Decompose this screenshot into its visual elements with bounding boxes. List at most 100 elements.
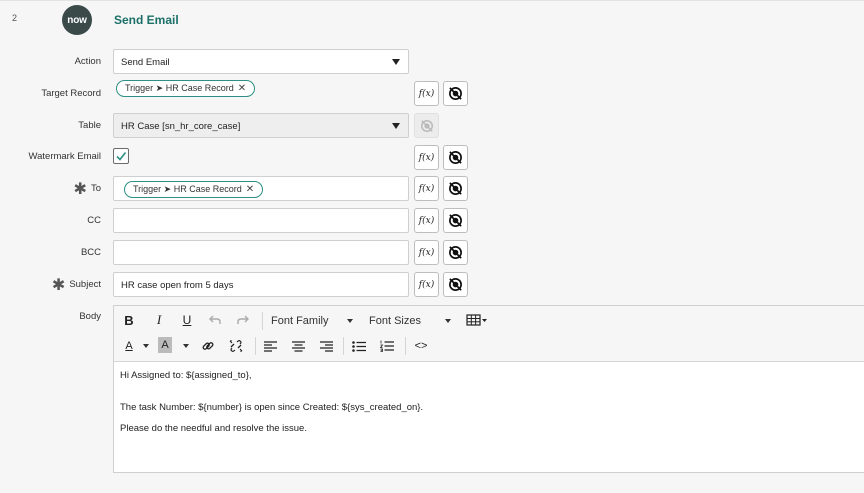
toolbar-divider <box>405 337 406 355</box>
data-pill-icon <box>449 246 462 259</box>
font-sizes-dropdown[interactable]: Font Sizes <box>369 311 421 331</box>
editor-toolbar: B I U Font Family Font Sizes A A <> <box>114 306 864 362</box>
table-label: Table <box>78 120 101 131</box>
subject-fx-button[interactable]: f(x) <box>414 272 439 297</box>
function-icon: f(x) <box>418 183 435 194</box>
close-icon[interactable]: ✕ <box>246 184 254 195</box>
target-record-label: Target Record <box>41 88 101 99</box>
toolbar-divider <box>255 337 256 355</box>
background-color-icon: A <box>161 339 169 351</box>
data-pill-icon <box>449 214 462 227</box>
to-pill[interactable]: Trigger ➤ HR Case Record ✕ <box>124 181 264 198</box>
check-icon <box>116 152 127 161</box>
chevron-down-icon <box>183 344 189 348</box>
align-right-button[interactable] <box>318 336 334 356</box>
cc-pill-picker-button[interactable] <box>443 208 468 233</box>
body-line: The task Number: ${number} is open since… <box>120 402 424 413</box>
cc-field[interactable] <box>113 208 409 233</box>
bcc-fx-button[interactable]: f(x) <box>414 240 439 265</box>
subject-value: HR case open from 5 days <box>121 280 234 291</box>
source-code-button[interactable]: <> <box>412 336 430 356</box>
subject-field[interactable]: HR case open from 5 days <box>113 272 409 297</box>
body-line <box>120 381 423 392</box>
align-left-button[interactable] <box>262 336 278 356</box>
subject-label: ✱ Subject <box>52 278 101 294</box>
to-fx-button[interactable]: f(x) <box>414 176 439 201</box>
required-icon: ✱ <box>73 181 87 199</box>
table-icon <box>466 314 487 326</box>
text-color-icon: A <box>125 340 133 352</box>
function-icon: f(x) <box>418 88 435 99</box>
align-center-icon <box>291 340 305 352</box>
numbered-list-button[interactable] <box>379 336 395 356</box>
bcc-pill-picker-button[interactable] <box>443 240 468 265</box>
text-color-button[interactable]: A <box>122 336 136 356</box>
editor-content[interactable]: Hi Assigned to: ${assigned_to}, The task… <box>120 370 423 434</box>
table-insert-button[interactable] <box>465 310 489 330</box>
subject-label-text: Subject <box>69 279 101 290</box>
pill-text: Trigger ➤ HR Case Record <box>133 184 242 194</box>
target-record-pill[interactable]: Trigger ➤ HR Case Record ✕ <box>116 80 256 97</box>
function-icon: f(x) <box>418 215 435 226</box>
toolbar-divider <box>262 312 263 330</box>
bcc-field[interactable] <box>113 240 409 265</box>
align-left-icon <box>263 340 277 352</box>
undo-icon <box>209 315 221 324</box>
watermark-pill-picker-button[interactable] <box>443 145 468 170</box>
align-center-button[interactable] <box>290 336 306 356</box>
undo-button[interactable] <box>206 310 224 330</box>
pill-text: Trigger ➤ HR Case Record <box>125 83 234 93</box>
cc-fx-button[interactable]: f(x) <box>414 208 439 233</box>
target-record-fx-button[interactable]: f(x) <box>414 81 439 106</box>
target-record-pill-picker-button[interactable] <box>443 81 468 106</box>
remove-link-button[interactable] <box>228 336 244 356</box>
now-logo: now <box>62 5 92 35</box>
data-pill-icon <box>420 119 433 132</box>
step-title[interactable]: Send Email <box>114 13 179 27</box>
target-record-field[interactable]: Trigger ➤ HR Case Record ✕ <box>113 77 409 102</box>
bullet-list-icon <box>352 340 366 352</box>
chevron-down-icon <box>347 319 353 323</box>
function-icon: f(x) <box>418 279 435 290</box>
redo-button[interactable] <box>234 310 252 330</box>
action-label: Action <box>74 56 101 67</box>
watermark-fx-button[interactable]: f(x) <box>414 145 439 170</box>
bcc-label: BCC <box>80 247 101 258</box>
body-editor[interactable]: B I U Font Family Font Sizes A A <> Hi A… <box>113 305 864 473</box>
background-color-button[interactable]: A <box>158 337 172 353</box>
data-pill-icon <box>449 87 462 100</box>
chevron-down-icon <box>392 59 400 65</box>
function-icon: f(x) <box>418 247 435 258</box>
underline-button[interactable]: U <box>178 310 196 330</box>
cc-label: CC <box>87 215 101 226</box>
body-label: Body <box>79 311 101 322</box>
close-icon[interactable]: ✕ <box>238 83 246 94</box>
watermark-label: Watermark Email <box>28 151 102 162</box>
to-pill-picker-button[interactable] <box>443 176 468 201</box>
action-value: Send Email <box>121 57 170 68</box>
chevron-down-icon <box>392 123 400 129</box>
step-number: 2 <box>12 13 18 23</box>
table-value: HR Case [sn_hr_core_case] <box>121 121 241 132</box>
table-pill-picker-button <box>414 113 439 138</box>
align-right-icon <box>319 340 333 352</box>
data-pill-icon <box>449 151 462 164</box>
watermark-checkbox[interactable] <box>113 148 129 164</box>
data-pill-icon <box>449 182 462 195</box>
link-icon <box>202 342 214 350</box>
table-select[interactable]: HR Case [sn_hr_core_case] <box>113 113 409 138</box>
step-header: 2 now Send Email <box>0 0 864 38</box>
subject-pill-picker-button[interactable] <box>443 272 468 297</box>
to-label-text: To <box>90 183 101 194</box>
action-select[interactable]: Send Email <box>113 49 409 74</box>
redo-icon <box>237 315 249 324</box>
bullet-list-button[interactable] <box>351 336 367 356</box>
italic-button[interactable]: I <box>150 310 168 330</box>
to-label: ✱ To <box>74 182 101 198</box>
font-family-dropdown[interactable]: Font Family <box>271 311 328 331</box>
bold-button[interactable]: B <box>120 310 138 330</box>
toolbar-divider <box>343 337 344 355</box>
insert-link-button[interactable] <box>200 336 216 356</box>
to-field[interactable]: Trigger ➤ HR Case Record ✕ <box>113 176 409 201</box>
required-icon: ✱ <box>51 277 66 295</box>
